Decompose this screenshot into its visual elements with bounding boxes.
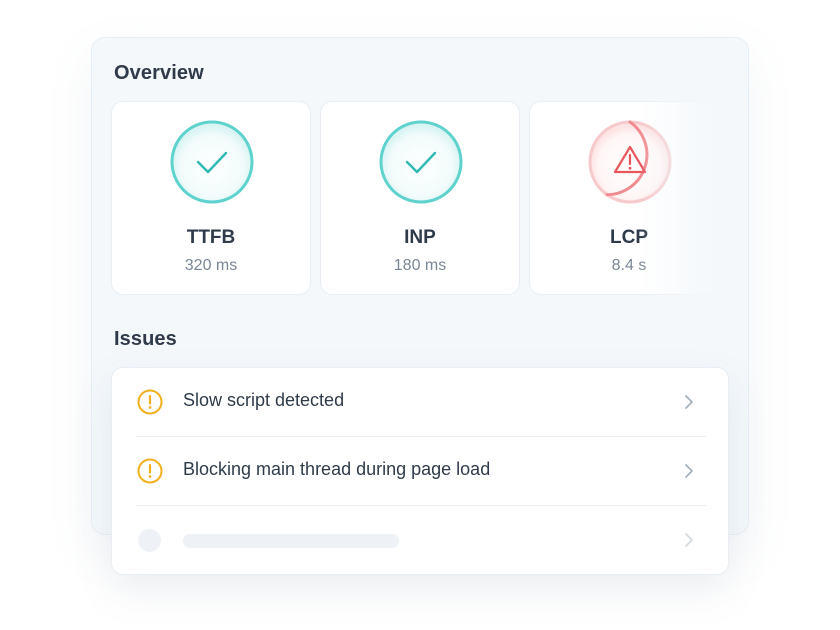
issue-label: Slow script detected (183, 390, 345, 410)
metric-row: TTFB 320 ms INP 180 ms LCP 8.4 s (111, 101, 731, 297)
exclamation-circle-icon (137, 389, 163, 415)
app-canvas: Overview TTFB 320 ms INP 180 ms LCP 8.4 … (0, 0, 840, 630)
issues-heading: Issues (114, 328, 177, 350)
good-status-ring (378, 119, 464, 205)
skeleton-avatar (138, 529, 161, 552)
check-icon (170, 120, 254, 204)
metric-value: 320 ms (184, 257, 238, 274)
check-icon (379, 120, 463, 204)
good-status-ring (169, 119, 255, 205)
poor-status-ring (587, 119, 673, 205)
warning-triangle-icon (588, 120, 672, 204)
chevron-right-icon (685, 533, 693, 547)
issue-row-placeholder (136, 506, 706, 574)
issue-row[interactable]: Blocking main thread during page load (136, 437, 706, 506)
issue-row[interactable]: Slow script detected (136, 368, 706, 437)
issues-list: Slow script detected Blocking main threa… (111, 367, 729, 575)
metric-value: 8.4 s (611, 257, 647, 274)
exclamation-circle-icon (137, 458, 163, 484)
metric-name: LCP (610, 227, 648, 248)
chevron-right-icon (685, 395, 693, 409)
metric-name: INP (404, 227, 436, 248)
metric-name: TTFB (186, 227, 236, 248)
metric-card-inp[interactable]: INP 180 ms (320, 101, 520, 295)
metric-value: 180 ms (393, 257, 447, 274)
chevron-right-icon (685, 464, 693, 478)
skeleton-text (183, 534, 399, 548)
metric-card-lcp[interactable]: LCP 8.4 s (529, 101, 729, 295)
issue-label: Blocking main thread during page load (183, 459, 491, 479)
overview-heading: Overview (114, 62, 204, 84)
metric-card-ttfb[interactable]: TTFB 320 ms (111, 101, 311, 295)
